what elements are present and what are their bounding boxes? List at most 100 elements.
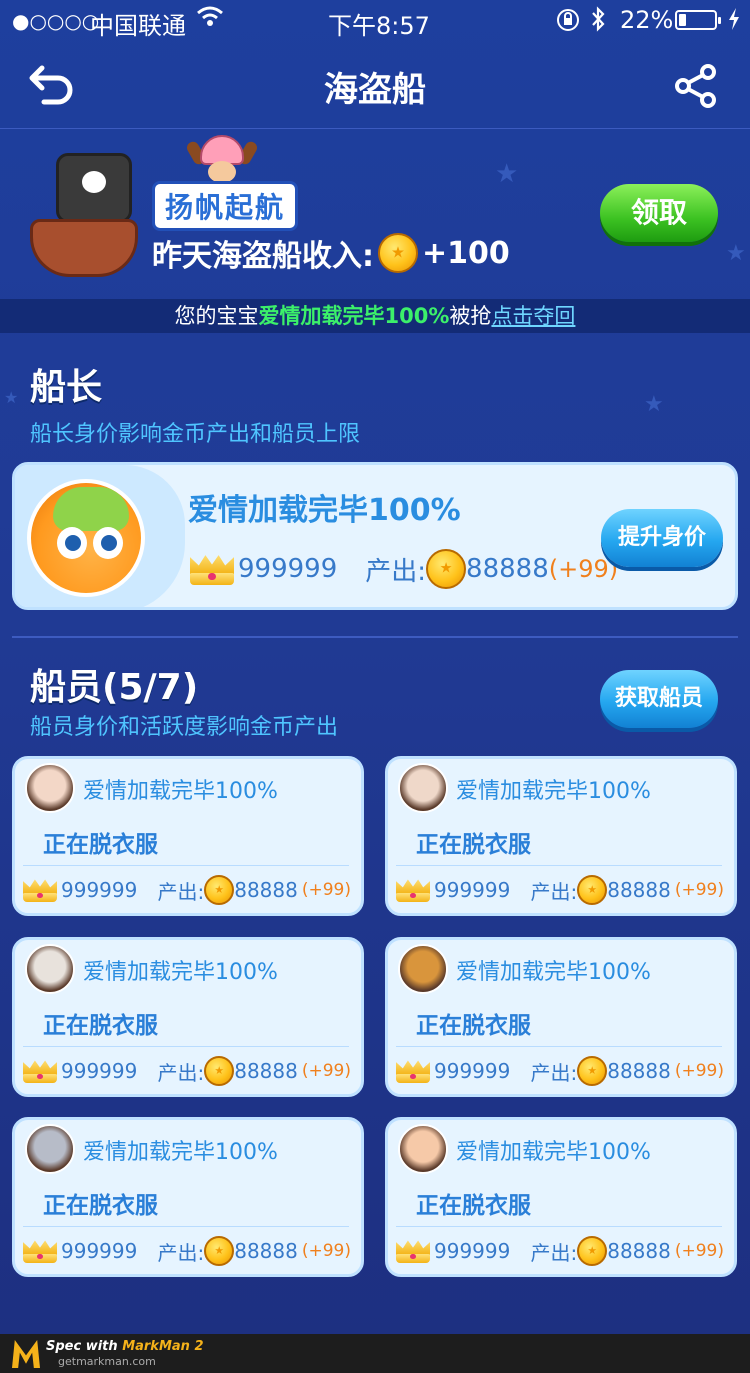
crew-status: 正在脱衣服 xyxy=(43,832,158,858)
bluetooth-icon xyxy=(590,6,606,38)
coin-icon xyxy=(577,1056,608,1086)
crew-output-bonus: (+99) xyxy=(301,880,351,900)
crown-icon xyxy=(396,878,430,902)
crew-divider xyxy=(396,865,722,866)
crew-avatar xyxy=(398,944,448,994)
crown-icon xyxy=(396,1059,430,1083)
crew-output-bonus: (+99) xyxy=(301,1061,351,1081)
nav-bar: 海盗船 xyxy=(0,40,750,129)
coin-icon xyxy=(204,875,235,905)
output-label: 产出: xyxy=(157,1060,205,1085)
crew-card[interactable]: 爱情加载完毕100% 正在脱衣服 999999 产出: 88888 (+99) xyxy=(12,756,364,916)
crew-name: 爱情加载完毕100% xyxy=(456,779,651,804)
coin-icon xyxy=(204,1236,235,1266)
crew-worth: 999999 xyxy=(434,1239,511,1263)
crew-avatar xyxy=(25,763,75,813)
get-crew-button[interactable]: 获取船员 xyxy=(600,670,718,728)
captain-section-title: 船长 xyxy=(30,367,103,408)
crew-stats: 999999 产出: 88888 (+99) xyxy=(23,1236,351,1266)
crew-card[interactable]: 爱情加载完毕100% 正在脱衣服 999999 产出: 88888 (+99) xyxy=(385,756,737,916)
output-label: 产出: xyxy=(157,1240,205,1265)
crew-card[interactable]: 爱情加载完毕100% 正在脱衣服 999999 产出: 88888 (+99) xyxy=(385,1117,737,1277)
battery-icon xyxy=(675,10,721,30)
captain-worth: 999999 xyxy=(238,554,338,584)
crew-name: 爱情加载完毕100% xyxy=(456,960,651,985)
crew-status: 正在脱衣服 xyxy=(416,1013,531,1039)
markman-line1: Spec with MarkMan 2 xyxy=(46,1339,204,1354)
decor-star: ★ xyxy=(644,392,664,417)
crew-worth: 999999 xyxy=(61,878,138,902)
pirate-ship-image xyxy=(30,147,140,277)
crew-stats: 999999 产出: 88888 (+99) xyxy=(23,1056,351,1086)
markman-logo-icon xyxy=(12,1340,40,1368)
output-label: 产出: xyxy=(157,879,205,904)
captain-name: 爱情加载完毕100% xyxy=(188,493,461,528)
charging-icon xyxy=(728,8,740,36)
crew-divider xyxy=(23,865,349,866)
output-label: 产出: xyxy=(530,879,578,904)
coin-icon xyxy=(204,1056,235,1086)
crew-card[interactable]: 爱情加载完毕100% 正在脱衣服 999999 产出: 88888 (+99) xyxy=(12,937,364,1097)
banner-logo: 扬帆起航 xyxy=(152,181,299,231)
crew-divider xyxy=(23,1226,349,1227)
page-title: 海盗船 xyxy=(324,70,426,110)
crew-status: 正在脱衣服 xyxy=(43,1193,158,1219)
captain-stats: 999999 产出: 88888 (+99) xyxy=(190,549,619,589)
coin-icon xyxy=(577,875,608,905)
claim-button[interactable]: 领取 xyxy=(600,184,718,242)
output-label: 产出: xyxy=(365,556,427,587)
crew-worth: 999999 xyxy=(434,1059,511,1083)
notice-middle: 被抢 xyxy=(449,304,492,328)
raise-worth-button[interactable]: 提升身价 xyxy=(601,509,723,567)
crew-output: 88888 xyxy=(234,878,298,902)
crew-output-bonus: (+99) xyxy=(674,1061,724,1081)
output-label: 产出: xyxy=(530,1060,578,1085)
robbed-notice: 您的宝宝爱情加载完毕100%被抢点击夺回 xyxy=(0,299,750,333)
crew-name: 爱情加载完毕100% xyxy=(83,779,278,804)
crew-card[interactable]: 爱情加载完毕100% 正在脱衣服 999999 产出: 88888 (+99) xyxy=(385,937,737,1097)
crew-avatar xyxy=(25,944,75,994)
markman-footer: Spec with MarkMan 2 getmarkman.com xyxy=(0,1334,750,1373)
crew-stats: 999999 产出: 88888 (+99) xyxy=(396,1236,724,1266)
decor-star: ★ xyxy=(726,241,746,266)
crown-icon xyxy=(23,878,57,902)
coin-icon xyxy=(577,1236,608,1266)
crew-output: 88888 xyxy=(234,1059,298,1083)
crew-card[interactable]: 爱情加载完毕100% 正在脱衣服 999999 产出: 88888 (+99) xyxy=(12,1117,364,1277)
chopper-mascot-image xyxy=(184,135,260,185)
crew-status: 正在脱衣服 xyxy=(43,1013,158,1039)
captain-output-bonus: (+99) xyxy=(548,555,619,583)
crew-section-subtitle: 船员身价和活跃度影响金币产出 xyxy=(30,715,339,740)
markman-line2: getmarkman.com xyxy=(58,1355,156,1368)
crew-avatar xyxy=(25,1124,75,1174)
crew-name: 爱情加载完毕100% xyxy=(456,1140,651,1165)
crew-output: 88888 xyxy=(607,1239,671,1263)
carrier-name: 中国联通 xyxy=(90,12,186,40)
output-label: 产出: xyxy=(530,1240,578,1265)
crew-worth: 999999 xyxy=(61,1059,138,1083)
crew-avatar xyxy=(398,1124,448,1174)
crown-icon xyxy=(396,1239,430,1263)
income-banner: ★ ★ 扬帆起航 昨天海盗船收入: +100 领取 xyxy=(0,129,750,299)
rotation-lock-icon xyxy=(556,8,580,38)
captain-output: 88888 xyxy=(466,554,549,584)
captain-avatar[interactable] xyxy=(27,479,145,597)
crew-output-bonus: (+99) xyxy=(301,1241,351,1261)
crew-status: 正在脱衣服 xyxy=(416,1193,531,1219)
coin-icon xyxy=(426,549,467,589)
wifi-icon xyxy=(196,4,224,34)
yesterday-income: 昨天海盗船收入: +100 xyxy=(152,231,510,275)
captain-card: 爱情加载完毕100% 999999 产出: 88888 (+99) 提升身价 xyxy=(12,462,738,610)
crew-name: 爱情加载完毕100% xyxy=(83,1140,278,1165)
crew-worth: 999999 xyxy=(61,1239,138,1263)
crew-worth: 999999 xyxy=(434,878,511,902)
recapture-link[interactable]: 点击夺回 xyxy=(491,304,575,328)
crew-stats: 999999 产出: 88888 (+99) xyxy=(396,1056,724,1086)
crew-divider xyxy=(23,1046,349,1047)
crew-output: 88888 xyxy=(234,1239,298,1263)
share-icon[interactable] xyxy=(674,64,718,108)
crew-output-bonus: (+99) xyxy=(674,880,724,900)
crew-output: 88888 xyxy=(607,878,671,902)
clock: 下午8:57 xyxy=(328,12,430,40)
crew-avatar xyxy=(398,763,448,813)
